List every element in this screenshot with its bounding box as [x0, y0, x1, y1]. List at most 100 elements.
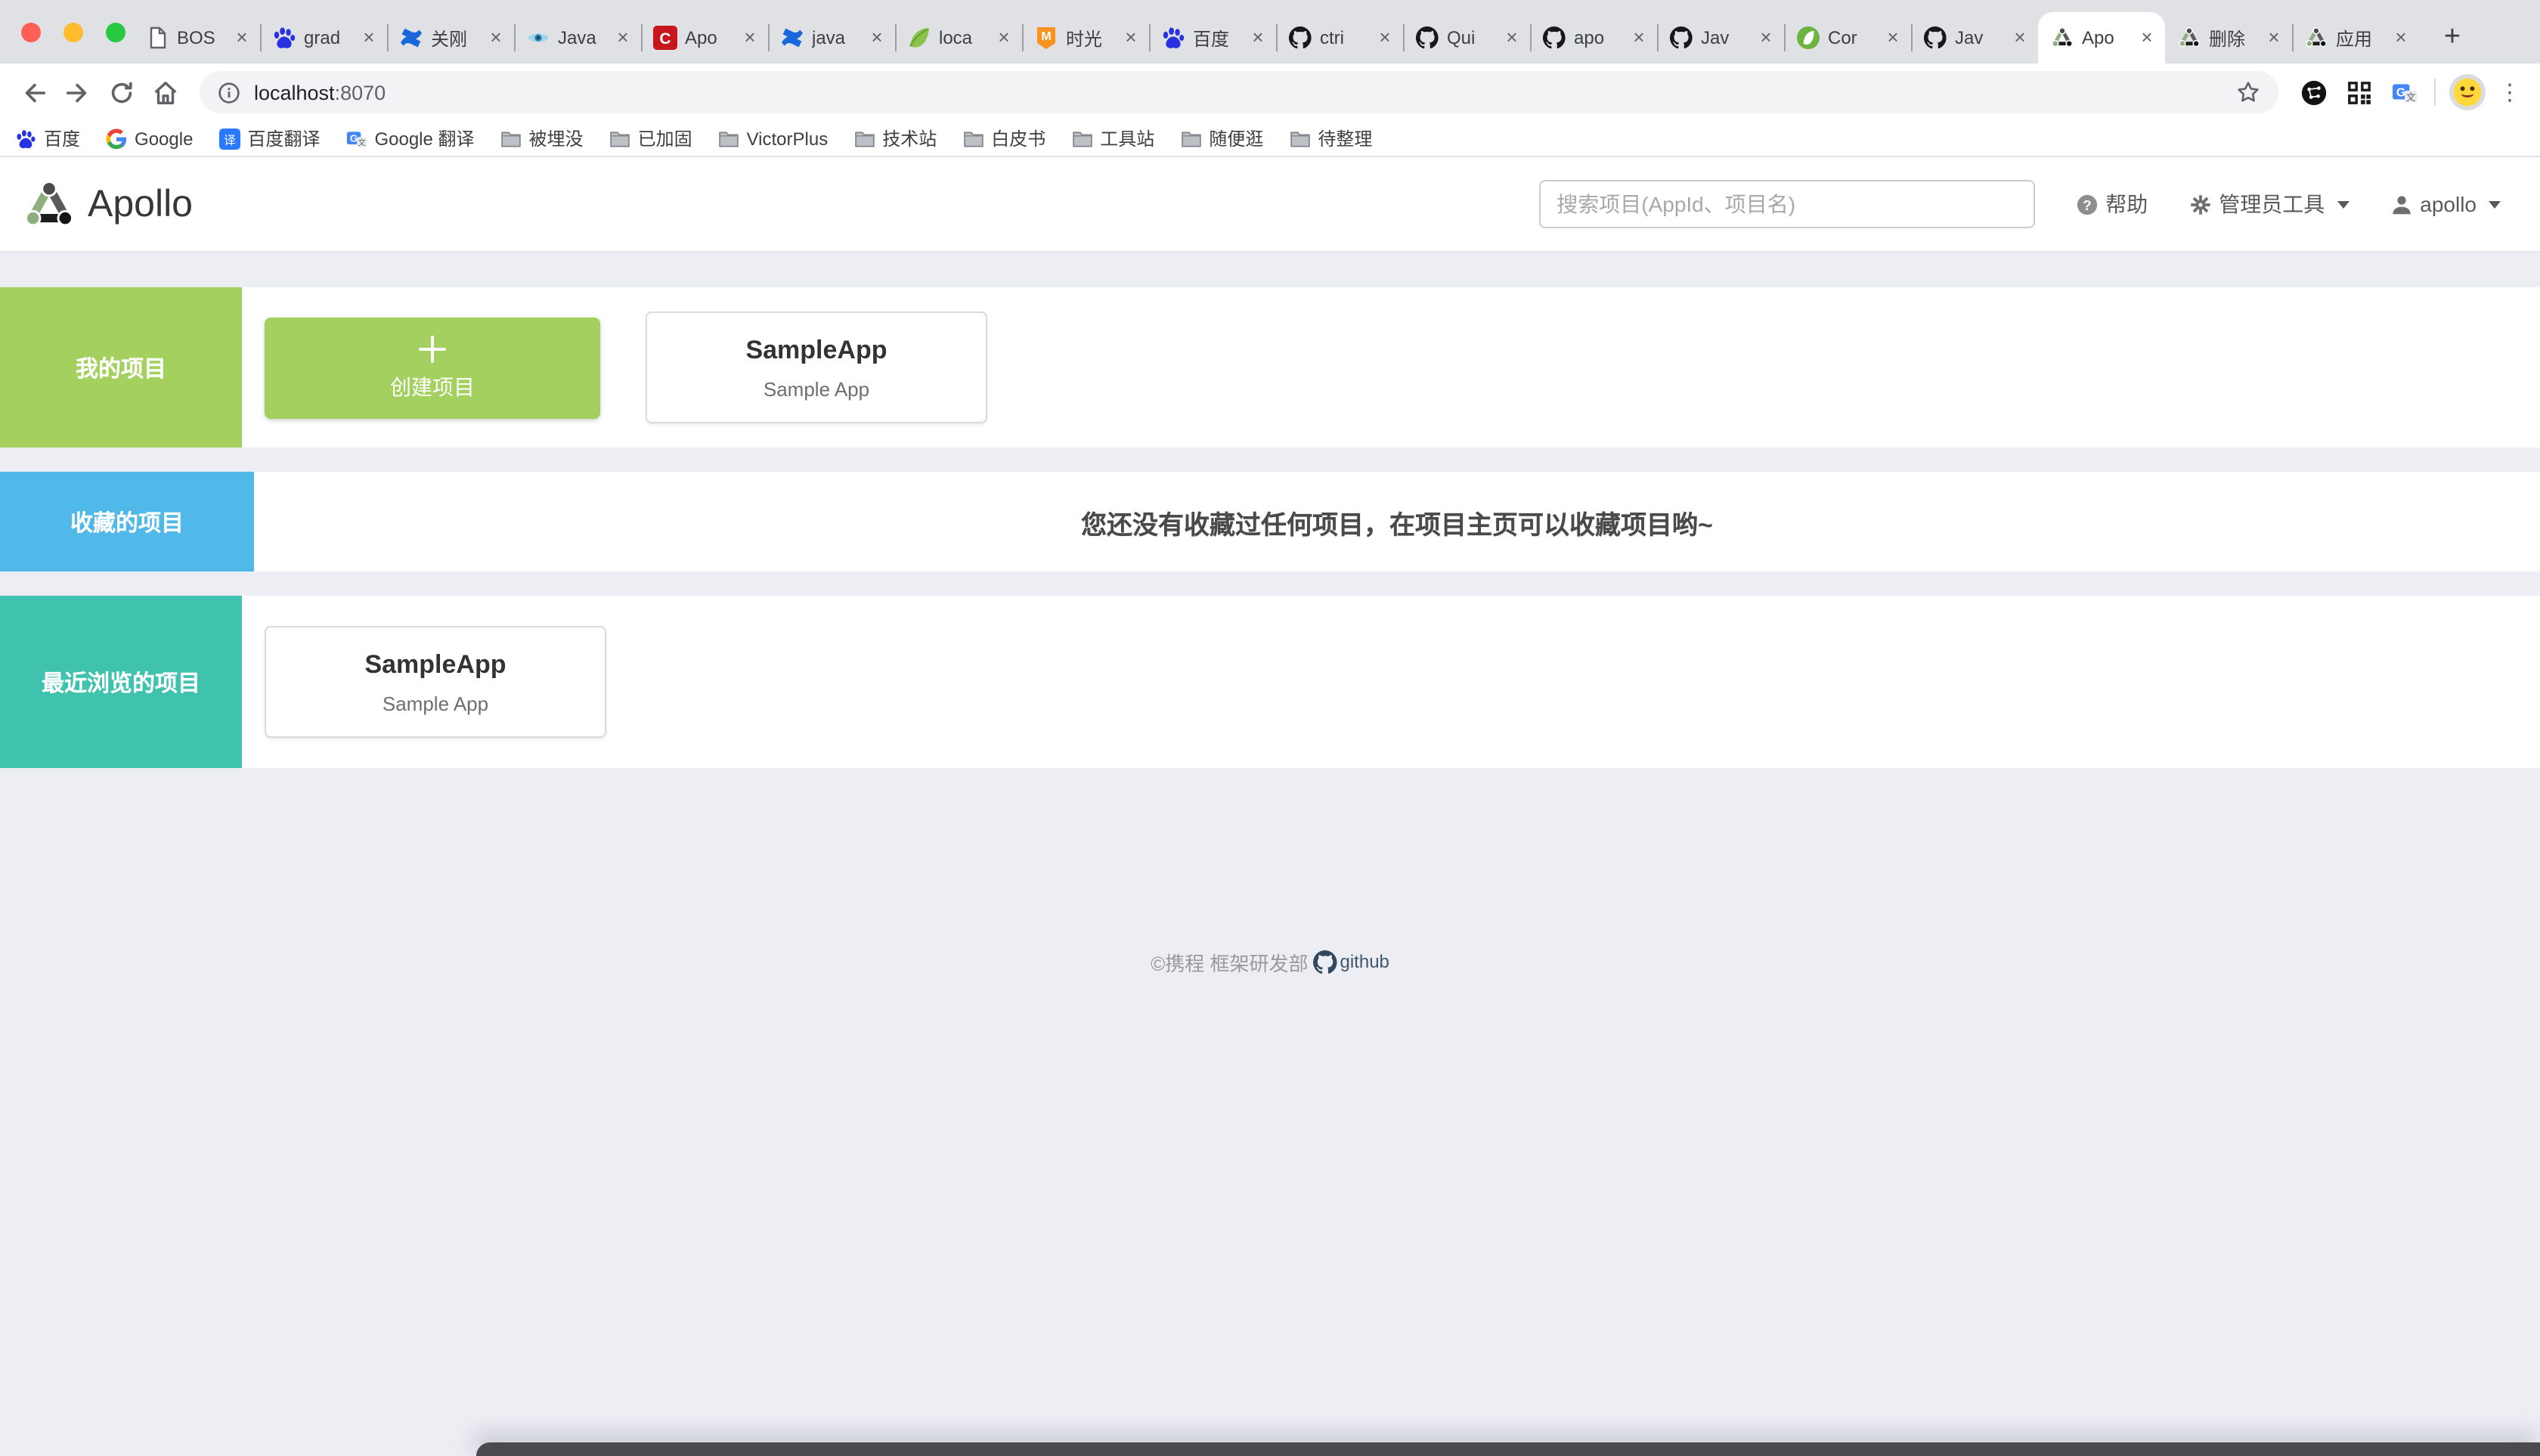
tab-separator — [386, 24, 388, 51]
apollo-logo-icon[interactable] — [21, 176, 77, 232]
extension-translate-icon[interactable]: G文 — [2384, 73, 2424, 112]
tab-close-icon[interactable]: × — [1755, 27, 1776, 48]
browser-tab[interactable]: java × — [767, 12, 895, 64]
project-subtitle: Sample App — [763, 377, 870, 400]
bookmark-label: 技术站 — [882, 129, 937, 150]
browser-tab[interactable]: 删除 × — [2165, 12, 2292, 64]
tab-close-icon[interactable]: × — [2136, 27, 2157, 48]
help-link[interactable]: ? 帮助 — [2075, 189, 2148, 219]
new-tab-button[interactable]: + — [2431, 17, 2473, 59]
profile-avatar[interactable] — [2449, 74, 2486, 110]
github-icon — [1669, 26, 1693, 50]
tab-close-icon[interactable]: × — [866, 27, 887, 48]
extension-qr-icon[interactable] — [2339, 73, 2378, 112]
project-title: SampleApp — [745, 335, 887, 364]
bookmark-item[interactable]: 译百度翻译 — [218, 125, 320, 151]
browser-tab[interactable]: loca × — [894, 12, 1022, 64]
tab-title: ctri — [1320, 27, 1344, 48]
folder-icon — [1289, 128, 1310, 149]
tab-close-icon[interactable]: × — [2263, 27, 2284, 48]
tab-separator — [894, 24, 896, 51]
browser-tab[interactable]: ctri × — [1275, 12, 1403, 64]
tab-close-icon[interactable]: × — [2009, 27, 2030, 48]
browser-tab[interactable]: 百度 × — [1148, 12, 1276, 64]
brand-title[interactable]: Apollo — [88, 182, 193, 226]
bookmark-item[interactable]: 百度 — [15, 125, 80, 151]
browser-tab[interactable]: grad × — [259, 12, 387, 64]
reload-button[interactable] — [100, 70, 144, 114]
tab-close-icon[interactable]: × — [1628, 27, 1649, 48]
tab-close-icon[interactable]: × — [358, 27, 379, 48]
zoom-window-button[interactable] — [106, 23, 125, 42]
minimize-window-button[interactable] — [64, 23, 83, 42]
user-icon — [2392, 195, 2410, 214]
tab-close-icon[interactable]: × — [485, 27, 506, 48]
tab-title: BOS — [177, 27, 215, 48]
folder-icon — [962, 128, 983, 149]
tab-close-icon[interactable]: × — [739, 27, 760, 48]
browser-tab[interactable]: Cor × — [1783, 12, 1911, 64]
project-search-input[interactable] — [1538, 180, 2035, 228]
tab-close-icon[interactable]: × — [612, 27, 633, 48]
tab-separator — [259, 24, 261, 51]
tab-separator — [1148, 24, 1150, 51]
browser-tab[interactable]: Qui × — [1402, 12, 1530, 64]
bookmark-label: 被埋没 — [528, 129, 584, 150]
tab-close-icon[interactable]: × — [1120, 27, 1141, 48]
site-info-icon[interactable] — [218, 81, 240, 104]
browser-tab[interactable]: Java × — [513, 12, 641, 64]
tab-close-icon[interactable]: × — [993, 27, 1014, 48]
address-bar[interactable]: localhost:8070 — [200, 71, 2278, 113]
tab-close-icon[interactable]: × — [1247, 27, 1268, 48]
tab-close-icon[interactable]: × — [1882, 27, 1903, 48]
project-card[interactable]: SampleApp Sample App — [646, 311, 987, 423]
browser-tab[interactable]: Apo × — [2038, 12, 2165, 64]
create-project-button[interactable]: 创建项目 — [265, 317, 600, 418]
baidu-icon — [272, 26, 296, 50]
extension-graph-icon[interactable] — [2294, 73, 2333, 112]
bookmark-label: Google 翻译 — [374, 129, 475, 150]
tab-close-icon[interactable]: × — [231, 27, 252, 48]
forward-button[interactable] — [56, 70, 100, 114]
svg-text:?: ? — [2083, 197, 2091, 212]
project-card[interactable]: SampleApp Sample App — [265, 626, 606, 738]
bookmark-label: 待整理 — [1318, 129, 1373, 150]
browser-menu-icon[interactable]: ⋮ — [2492, 79, 2528, 106]
screen: BOS × grad × 关刚 × Java × C Apo × java × loca × M 时光 × 百度 × c… — [0, 0, 2540, 1456]
browser-tab[interactable]: C Apo × — [640, 12, 768, 64]
browser-tab[interactable]: 关刚 × — [386, 12, 514, 64]
bookmark-folder[interactable]: 已加固 — [609, 125, 692, 151]
folder-icon — [500, 128, 522, 149]
bookmark-folder[interactable]: 随便逛 — [1180, 125, 1263, 151]
bookmark-item[interactable]: Google — [106, 128, 193, 149]
tab-close-icon[interactable]: × — [1374, 27, 1395, 48]
bookmark-star-icon[interactable] — [2236, 80, 2260, 104]
bookmark-label: 已加固 — [637, 129, 692, 150]
browser-tab[interactable]: BOS × — [133, 12, 260, 64]
browser-tab[interactable]: 应用 × — [2291, 12, 2419, 64]
github-link[interactable]: github — [1313, 949, 1389, 974]
browser-tab[interactable]: Jav × — [1656, 12, 1784, 64]
project-title: SampleApp — [364, 649, 506, 678]
bookmark-folder[interactable]: 被埋没 — [500, 125, 584, 151]
bookmark-folder[interactable]: VictorPlus — [718, 128, 828, 149]
tab-close-icon[interactable]: × — [2390, 27, 2411, 48]
tab-title: apo — [1574, 27, 1605, 48]
tab-title: Apo — [685, 27, 717, 48]
bookmark-folder[interactable]: 工具站 — [1071, 125, 1154, 151]
tab-close-icon[interactable]: × — [1501, 27, 1522, 48]
bookmark-folder[interactable]: 待整理 — [1289, 125, 1372, 151]
admin-tools-menu[interactable]: 管理员工具 — [2188, 189, 2350, 219]
back-button[interactable] — [12, 70, 56, 114]
apollo-icon — [2050, 26, 2074, 50]
close-window-button[interactable] — [21, 23, 41, 42]
bookmark-folder[interactable]: 技术站 — [853, 125, 937, 151]
tab-title: Jav — [1701, 27, 1730, 48]
user-menu[interactable]: apollo — [2390, 192, 2501, 216]
bookmark-folder[interactable]: 白皮书 — [962, 125, 1045, 151]
browser-tab[interactable]: apo × — [1529, 12, 1657, 64]
browser-tab[interactable]: Jav × — [1910, 12, 2038, 64]
bookmark-item[interactable]: G 文 Google 翻译 — [345, 125, 475, 151]
home-button[interactable] — [144, 70, 187, 114]
browser-tab[interactable]: M 时光 × — [1021, 12, 1149, 64]
